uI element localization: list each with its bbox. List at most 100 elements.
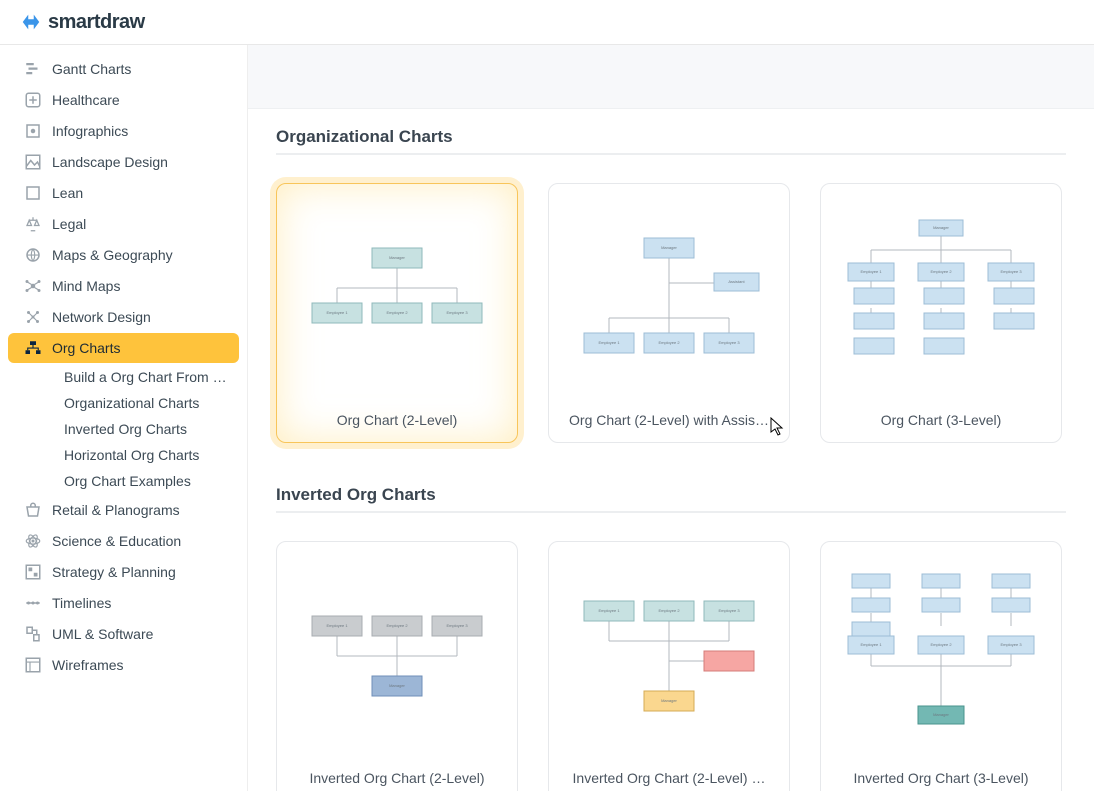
template-label: Inverted Org Chart (3-Level) — [821, 760, 1061, 791]
main-content: Organizational Charts ManagerEmployee 1E… — [248, 45, 1094, 791]
svg-text:Employee 3: Employee 3 — [1000, 642, 1022, 647]
globe-icon — [24, 246, 42, 264]
template-card[interactable]: Manager Assistant Employee 1 Employee 2 Empl… — [548, 183, 790, 443]
svg-text:Manager: Manager — [933, 712, 949, 717]
svg-text:Manager: Manager — [933, 225, 949, 230]
sidebar-subitem-org-chart-examples[interactable]: Org Chart Examples — [8, 468, 239, 494]
infographic-icon — [24, 122, 42, 140]
app-header: smartdraw — [0, 0, 1094, 45]
sidebar-item-timelines[interactable]: Timelines — [8, 588, 239, 618]
template-preview: Employee 1 Employee 2 Employee 3 Manager — [277, 542, 517, 760]
strategy-icon — [24, 563, 42, 581]
sidebar-item-org-charts[interactable]: Org Charts — [8, 333, 239, 363]
legal-icon — [24, 215, 42, 233]
template-card[interactable]: Employee 1 Employee 2 Employee 3 Manager Inv… — [820, 541, 1062, 791]
template-preview: Manager Employee 1 Employee 2 Employee 3 — [277, 184, 517, 402]
atom-icon — [24, 532, 42, 550]
sidebar-item-label: Infographics — [52, 123, 128, 139]
sidebar-item-legal[interactable]: Legal — [8, 209, 239, 239]
svg-text:Employee 3: Employee 3 — [1000, 269, 1022, 274]
svg-text:Employee 1: Employee 1 — [598, 340, 620, 345]
sidebar-item-retail-planograms[interactable]: Retail & Planograms — [8, 495, 239, 525]
svg-text:Employee 3: Employee 3 — [446, 623, 468, 628]
svg-text:Employee 2: Employee 2 — [386, 623, 408, 628]
sidebar-item-infographics[interactable]: Infographics — [8, 116, 239, 146]
svg-text:Employee 2: Employee 2 — [658, 340, 680, 345]
sidebar-item-label: Strategy & Planning — [52, 564, 176, 580]
sidebar-item-label: Wireframes — [52, 657, 124, 673]
sidebar-item-label: Gantt Charts — [52, 61, 131, 77]
sidebar-subitem-inverted-org-charts[interactable]: Inverted Org Charts — [8, 416, 239, 442]
sidebar-item-network-design[interactable]: Network Design — [8, 302, 239, 332]
healthcare-icon — [24, 91, 42, 109]
gantt-icon — [24, 60, 42, 78]
sidebar-item-label: Retail & Planograms — [52, 502, 180, 518]
sidebar-item-healthcare[interactable]: Healthcare — [8, 85, 239, 115]
svg-text:Employee 2: Employee 2 — [930, 269, 952, 274]
section-title-organizational: Organizational Charts — [276, 127, 1066, 147]
template-label: Inverted Org Chart (2-Level) … — [549, 760, 789, 791]
mindmap-icon — [24, 277, 42, 295]
uml-icon — [24, 625, 42, 643]
orgchart-icon — [24, 339, 42, 357]
sidebar-item-label: Timelines — [52, 595, 111, 611]
template-card[interactable]: Manager Employee 1 Employee 2 Employee 3 Org… — [820, 183, 1062, 443]
svg-text:Employee 1: Employee 1 — [860, 269, 882, 274]
template-preview: Employee 1Employee 2Employee 3Manager — [549, 542, 789, 760]
sidebar: Gantt Charts Healthcare Infographics Landsc… — [0, 45, 248, 791]
svg-text:Manager: Manager — [389, 255, 405, 260]
sidebar-item-gantt-charts[interactable]: Gantt Charts — [8, 54, 239, 84]
sidebar-item-label: Network Design — [52, 309, 151, 325]
svg-text:Employee 1: Employee 1 — [326, 623, 348, 628]
sidebar-item-label: Org Charts — [52, 340, 120, 356]
svg-text:Employee 2: Employee 2 — [386, 310, 408, 315]
svg-text:Manager: Manager — [389, 683, 405, 688]
svg-text:Employee 1: Employee 1 — [598, 608, 620, 613]
logo-icon — [20, 11, 42, 33]
brand-logo[interactable]: smartdraw — [20, 11, 145, 34]
template-card[interactable]: Manager Employee 1 Employee 2 Employee 3 Org… — [276, 183, 518, 443]
sidebar-item-maps-geography[interactable]: Maps & Geography — [8, 240, 239, 270]
svg-text:Manager: Manager — [661, 698, 677, 703]
template-preview: Manager Assistant Employee 1 Employee 2 Empl… — [549, 184, 789, 402]
template-card[interactable]: Employee 1 Employee 2 Employee 3 Manager Inv… — [276, 541, 518, 791]
template-preview: Employee 1 Employee 2 Employee 3 Manager — [821, 542, 1061, 760]
sidebar-item-label: Mind Maps — [52, 278, 120, 294]
template-label: Org Chart (2-Level) with Assis… — [549, 402, 789, 442]
sidebar-subitem-organizational-charts[interactable]: Organizational Charts — [8, 390, 239, 416]
sidebar-item-lean[interactable]: Lean — [8, 178, 239, 208]
network-icon — [24, 308, 42, 326]
sidebar-item-label: Lean — [52, 185, 83, 201]
toolbar-area — [248, 45, 1094, 109]
sidebar-subitem-horizontal-org-charts[interactable]: Horizontal Org Charts — [8, 442, 239, 468]
sidebar-item-label: UML & Software — [52, 626, 153, 642]
svg-text:Employee 1: Employee 1 — [326, 310, 348, 315]
retail-icon — [24, 501, 42, 519]
sidebar-item-mind-maps[interactable]: Mind Maps — [8, 271, 239, 301]
template-label: Inverted Org Chart (2-Level) — [277, 760, 517, 791]
sidebar-item-strategy-planning[interactable]: Strategy & Planning — [8, 557, 239, 587]
svg-text:Manager: Manager — [661, 245, 677, 250]
svg-text:Employee 2: Employee 2 — [658, 608, 680, 613]
sidebar-item-science-education[interactable]: Science & Education — [8, 526, 239, 556]
svg-text:Employee 3: Employee 3 — [718, 340, 740, 345]
svg-text:Employee 2: Employee 2 — [930, 642, 952, 647]
template-label: Org Chart (2-Level) — [277, 402, 517, 442]
sidebar-subitem-build-a-org-chart-from-data[interactable]: Build a Org Chart From Data — [8, 364, 239, 390]
sidebar-item-wireframes[interactable]: Wireframes — [8, 650, 239, 680]
template-card[interactable]: Employee 1Employee 2Employee 3ManagerInv… — [548, 541, 790, 791]
sidebar-item-landscape-design[interactable]: Landscape Design — [8, 147, 239, 177]
wireframe-icon — [24, 656, 42, 674]
sidebar-item-label: Maps & Geography — [52, 247, 173, 263]
landscape-icon — [24, 153, 42, 171]
svg-text:Employee 1: Employee 1 — [860, 642, 882, 647]
sidebar-item-uml-software[interactable]: UML & Software — [8, 619, 239, 649]
template-label: Org Chart (3-Level) — [821, 402, 1061, 442]
timeline-icon — [24, 594, 42, 612]
section-title-inverted: Inverted Org Charts — [276, 485, 1066, 505]
sidebar-item-label: Legal — [52, 216, 86, 232]
sidebar-item-label: Landscape Design — [52, 154, 168, 170]
svg-text:Assistant: Assistant — [728, 279, 745, 284]
sidebar-item-label: Science & Education — [52, 533, 181, 549]
svg-text:Employee 3: Employee 3 — [446, 310, 468, 315]
